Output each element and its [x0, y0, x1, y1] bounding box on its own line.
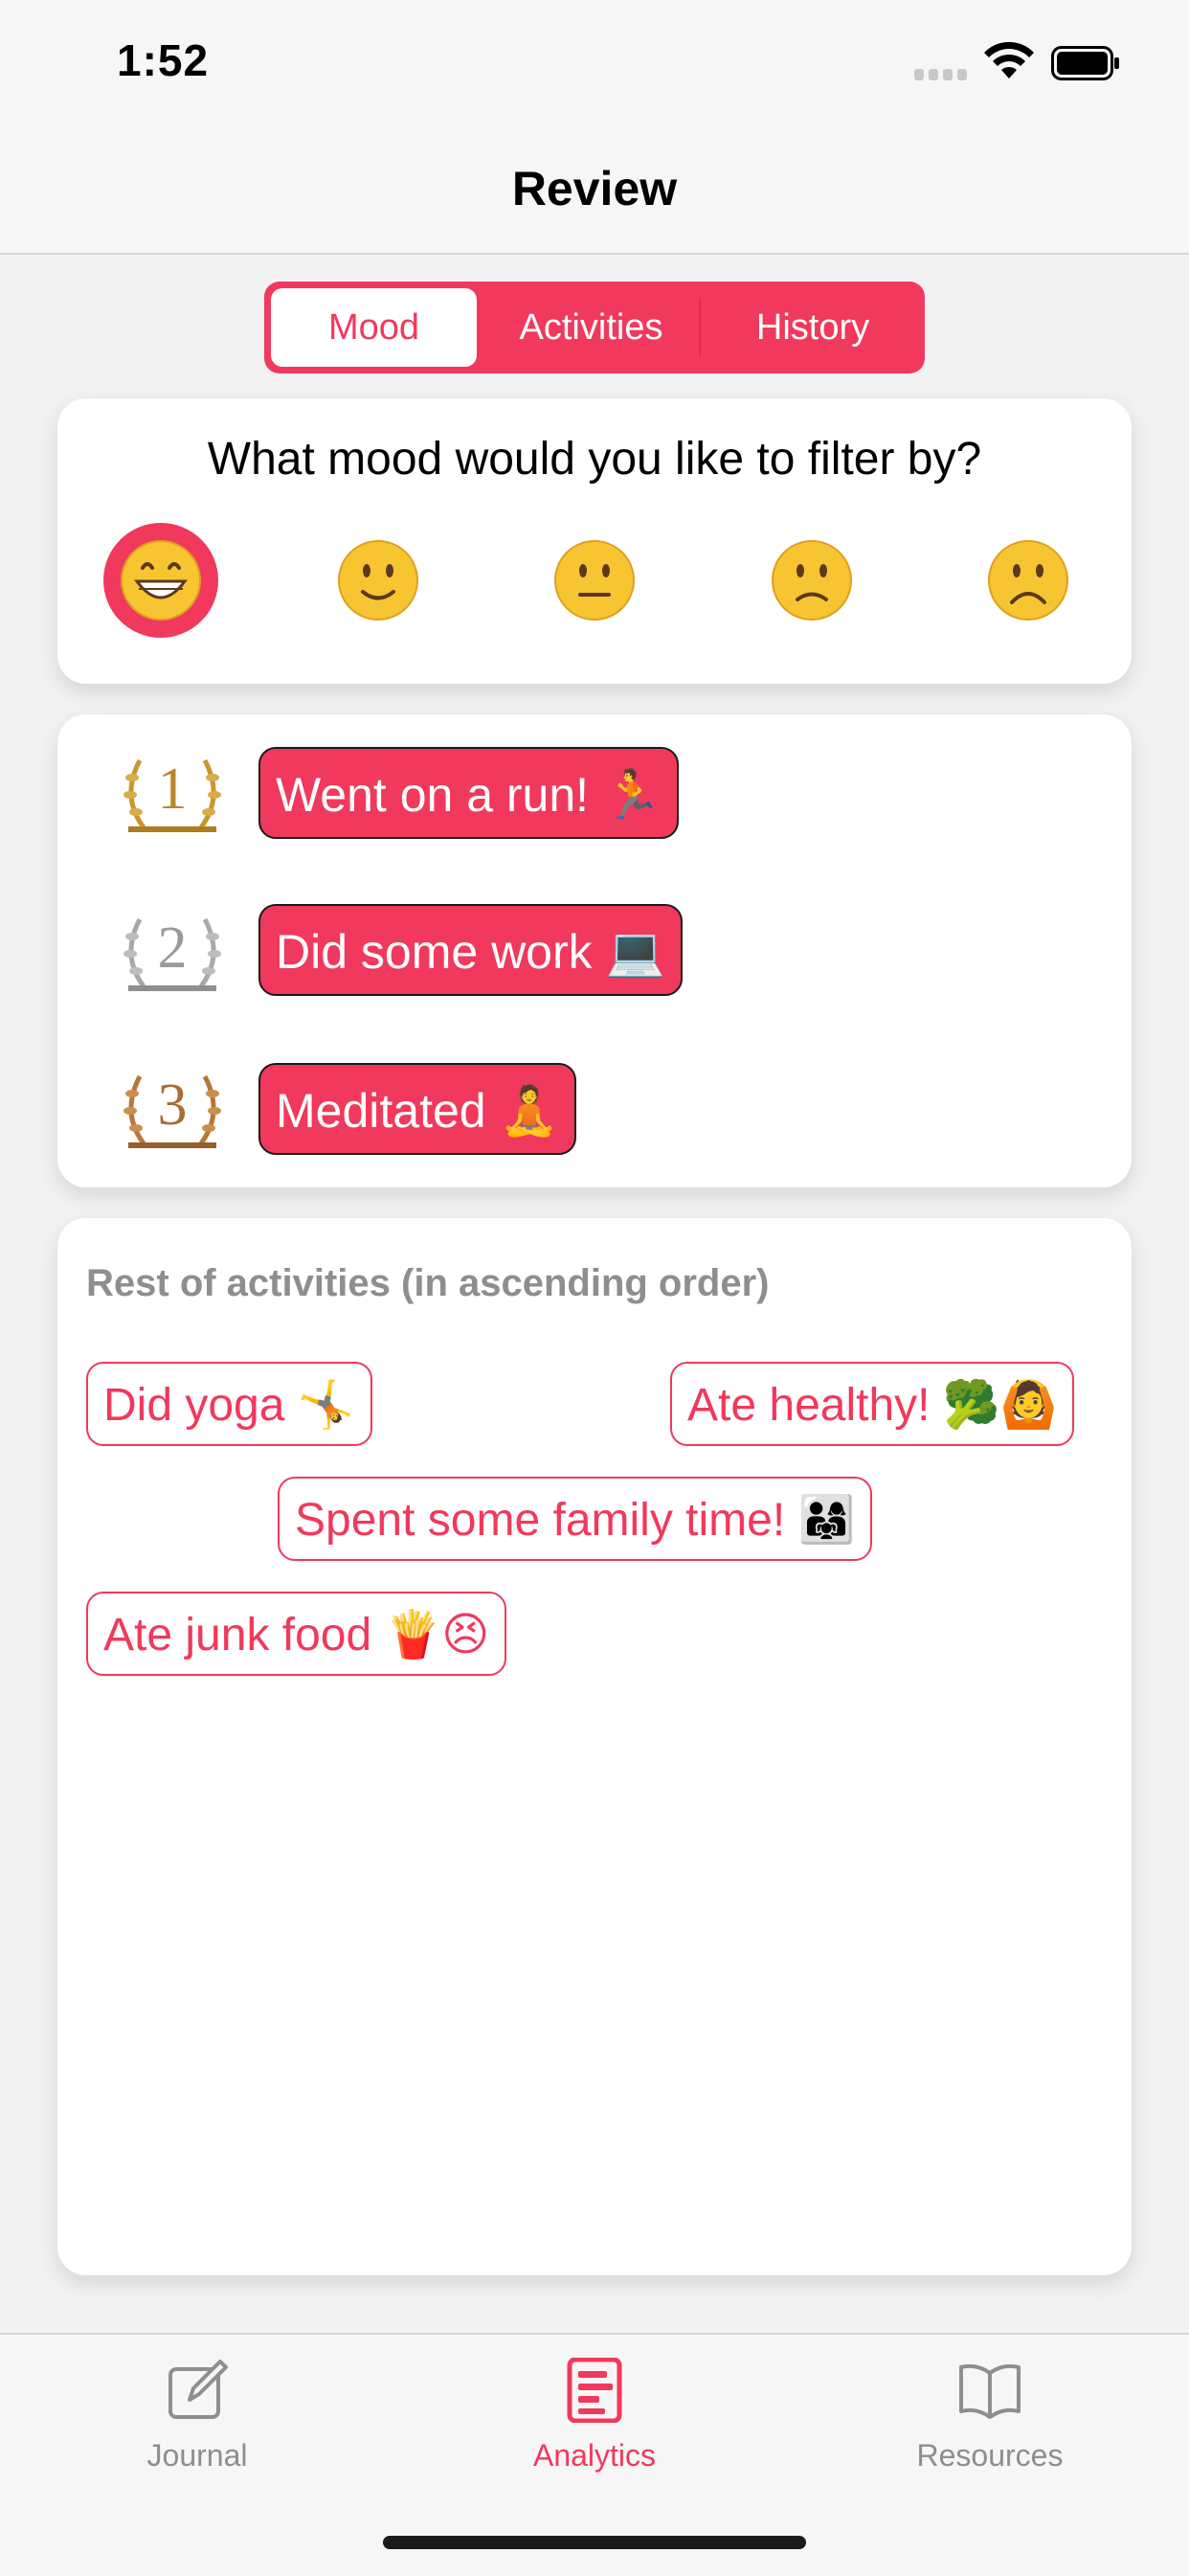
mood-option-neutral[interactable] [537, 523, 652, 638]
slightly-frowning-face-icon [772, 540, 852, 621]
neutral-face-icon [554, 540, 635, 621]
activity-tag[interactable]: Spent some family time! 👨‍👩‍👧 [278, 1477, 873, 1561]
cellular-signal-icon [914, 69, 970, 80]
mood-option-frowning[interactable] [971, 523, 1086, 638]
svg-text:1: 1 [158, 757, 188, 822]
segment-mood[interactable]: Mood [271, 288, 477, 367]
mood-option-slightly-frowning[interactable] [754, 523, 869, 638]
page-title: Review [511, 162, 678, 215]
tab-resources[interactable]: Resources [885, 2358, 1095, 2492]
battery-icon [1051, 46, 1119, 80]
mood-option-slightly-smiling[interactable] [321, 523, 436, 638]
frowning-face-icon [988, 540, 1068, 621]
tab-journal[interactable]: Journal [92, 2358, 303, 2492]
filter-question: What mood would you like to filter by? [207, 434, 982, 485]
bronze-laurel-3-icon: 3 [123, 1073, 221, 1148]
status-bar: 1:52 [0, 0, 1189, 124]
silver-laurel-2-icon: 2 [123, 915, 221, 991]
status-time: 1:52 [117, 35, 210, 85]
rest-activities-card: Rest of activities (in ascending order) … [57, 1218, 1132, 2275]
home-indicator [383, 2536, 806, 2549]
top-activity-pill-3[interactable]: Meditated 🧘 [258, 1063, 576, 1155]
top-activity-pill-2[interactable]: Did some work 💻 [258, 904, 683, 996]
top-activity-pill-1[interactable]: Went on a run! 🏃 [258, 747, 680, 839]
activity-tag[interactable]: Ate junk food 🍟😣 [86, 1592, 507, 1676]
gold-laurel-1-icon: 1 [123, 757, 221, 832]
mood-filter-card: What mood would you like to filter by? [57, 398, 1132, 684]
slightly-smiling-face-icon [338, 540, 418, 621]
tab-label: Journal [146, 2438, 248, 2473]
navigation-bar: Review [0, 124, 1189, 255]
segmented-control: Mood Activities History [264, 282, 925, 373]
tab-label: Analytics [532, 2438, 657, 2473]
segment-activities[interactable]: Activities [483, 282, 699, 373]
tab-label: Resources [916, 2438, 1064, 2473]
mood-option-grinning[interactable] [103, 523, 218, 638]
book-icon [959, 2363, 1021, 2419]
analytics-icon [567, 2358, 622, 2423]
activity-tag[interactable]: Ate healthy! 🥦🙆 [670, 1362, 1075, 1446]
svg-text:2: 2 [158, 915, 188, 981]
svg-text:3: 3 [158, 1073, 188, 1138]
compose-icon [168, 2360, 228, 2419]
grinning-face-icon [121, 540, 201, 621]
activity-tag[interactable]: Did yoga 🤸 [86, 1362, 372, 1446]
top-activities-card: 1 Went on a run! 🏃 2 Did some work 💻 3 M… [57, 714, 1132, 1187]
segment-history[interactable]: History [701, 282, 925, 373]
wifi-icon [984, 42, 1034, 79]
tab-analytics[interactable]: Analytics [489, 2358, 700, 2492]
rest-activities-title: Rest of activities (in ascending order) [86, 1262, 770, 1304]
